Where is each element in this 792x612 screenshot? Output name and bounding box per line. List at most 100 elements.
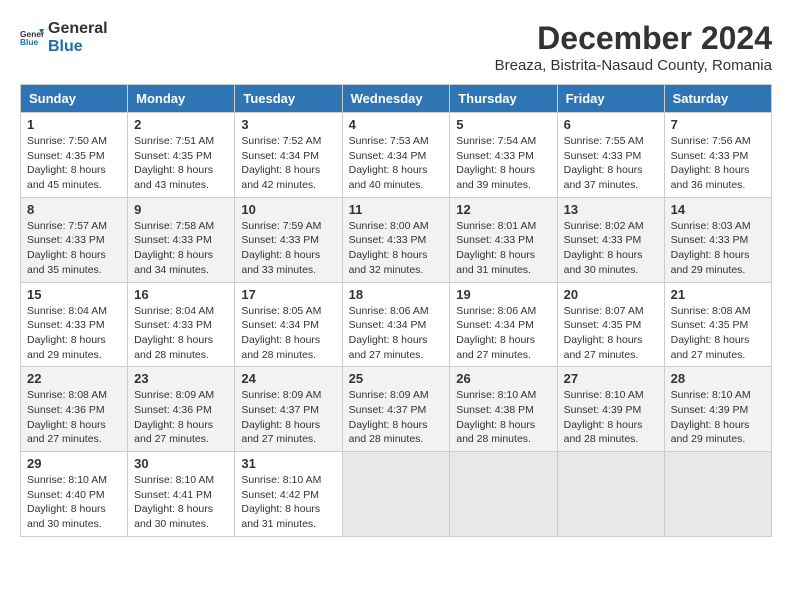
day-number: 4: [349, 117, 444, 132]
calendar-day-cell: 11 Sunrise: 8:00 AMSunset: 4:33 PMDayligh…: [342, 197, 450, 282]
day-info: Sunrise: 8:06 AMSunset: 4:34 PMDaylight:…: [349, 304, 444, 363]
day-info: Sunrise: 7:55 AMSunset: 4:33 PMDaylight:…: [564, 134, 658, 193]
day-number: 10: [241, 202, 335, 217]
day-info: Sunrise: 8:05 AMSunset: 4:34 PMDaylight:…: [241, 304, 335, 363]
calendar-day-cell: 5 Sunrise: 7:54 AMSunset: 4:33 PMDaylight…: [450, 113, 557, 198]
day-number: 16: [134, 287, 228, 302]
calendar-day-cell: 3 Sunrise: 7:52 AMSunset: 4:34 PMDaylight…: [235, 113, 342, 198]
location-subtitle: Breaza, Bistrita-Nasaud County, Romania: [495, 57, 772, 74]
calendar-week-row: 8 Sunrise: 7:57 AMSunset: 4:33 PMDaylight…: [21, 197, 772, 282]
calendar-day-cell: 29 Sunrise: 8:10 AMSunset: 4:40 PMDayligh…: [21, 452, 128, 537]
day-info: Sunrise: 8:10 AMSunset: 4:39 PMDaylight:…: [564, 388, 658, 447]
day-info: Sunrise: 8:00 AMSunset: 4:33 PMDaylight:…: [349, 219, 444, 278]
calendar-header-thursday: Thursday: [450, 85, 557, 113]
day-info: Sunrise: 7:58 AMSunset: 4:33 PMDaylight:…: [134, 219, 228, 278]
calendar-day-cell: 17 Sunrise: 8:05 AMSunset: 4:34 PMDayligh…: [235, 282, 342, 367]
calendar-day-cell: 20 Sunrise: 8:07 AMSunset: 4:35 PMDayligh…: [557, 282, 664, 367]
day-number: 8: [27, 202, 121, 217]
day-info: Sunrise: 7:56 AMSunset: 4:33 PMDaylight:…: [671, 134, 765, 193]
day-number: 19: [456, 287, 550, 302]
day-number: 17: [241, 287, 335, 302]
day-info: Sunrise: 7:57 AMSunset: 4:33 PMDaylight:…: [27, 219, 121, 278]
day-info: Sunrise: 8:08 AMSunset: 4:36 PMDaylight:…: [27, 388, 121, 447]
day-number: 31: [241, 456, 335, 471]
day-number: 24: [241, 371, 335, 386]
calendar-table: SundayMondayTuesdayWednesdayThursdayFrid…: [20, 84, 772, 537]
calendar-header-saturday: Saturday: [664, 85, 771, 113]
day-number: 3: [241, 117, 335, 132]
logo-icon: General Blue: [20, 26, 44, 50]
day-number: 11: [349, 202, 444, 217]
calendar-day-cell: 18 Sunrise: 8:06 AMSunset: 4:34 PMDayligh…: [342, 282, 450, 367]
calendar-day-cell: 23 Sunrise: 8:09 AMSunset: 4:36 PMDayligh…: [128, 367, 235, 452]
day-number: 20: [564, 287, 658, 302]
calendar-day-cell: 10 Sunrise: 7:59 AMSunset: 4:33 PMDayligh…: [235, 197, 342, 282]
calendar-day-cell: 28 Sunrise: 8:10 AMSunset: 4:39 PMDayligh…: [664, 367, 771, 452]
day-number: 13: [564, 202, 658, 217]
calendar-day-cell: [450, 452, 557, 537]
day-number: 22: [27, 371, 121, 386]
day-number: 2: [134, 117, 228, 132]
calendar-day-cell: 8 Sunrise: 7:57 AMSunset: 4:33 PMDaylight…: [21, 197, 128, 282]
day-info: Sunrise: 7:59 AMSunset: 4:33 PMDaylight:…: [241, 219, 335, 278]
day-number: 29: [27, 456, 121, 471]
day-number: 18: [349, 287, 444, 302]
day-number: 30: [134, 456, 228, 471]
calendar-day-cell: 22 Sunrise: 8:08 AMSunset: 4:36 PMDayligh…: [21, 367, 128, 452]
day-info: Sunrise: 8:09 AMSunset: 4:37 PMDaylight:…: [349, 388, 444, 447]
day-number: 23: [134, 371, 228, 386]
calendar-week-row: 15 Sunrise: 8:04 AMSunset: 4:33 PMDayligh…: [21, 282, 772, 367]
calendar-day-cell: 13 Sunrise: 8:02 AMSunset: 4:33 PMDayligh…: [557, 197, 664, 282]
day-info: Sunrise: 8:10 AMSunset: 4:38 PMDaylight:…: [456, 388, 550, 447]
day-info: Sunrise: 8:10 AMSunset: 4:41 PMDaylight:…: [134, 473, 228, 532]
logo: General Blue General Blue: [20, 20, 108, 55]
logo-blue-text: Blue: [48, 38, 108, 56]
calendar-day-cell: 2 Sunrise: 7:51 AMSunset: 4:35 PMDaylight…: [128, 113, 235, 198]
calendar-header-sunday: Sunday: [21, 85, 128, 113]
calendar-day-cell: 9 Sunrise: 7:58 AMSunset: 4:33 PMDaylight…: [128, 197, 235, 282]
day-info: Sunrise: 8:09 AMSunset: 4:36 PMDaylight:…: [134, 388, 228, 447]
day-info: Sunrise: 8:10 AMSunset: 4:42 PMDaylight:…: [241, 473, 335, 532]
day-info: Sunrise: 8:09 AMSunset: 4:37 PMDaylight:…: [241, 388, 335, 447]
day-info: Sunrise: 7:54 AMSunset: 4:33 PMDaylight:…: [456, 134, 550, 193]
month-year-title: December 2024: [495, 20, 772, 57]
day-info: Sunrise: 8:07 AMSunset: 4:35 PMDaylight:…: [564, 304, 658, 363]
calendar-day-cell: [342, 452, 450, 537]
day-info: Sunrise: 7:50 AMSunset: 4:35 PMDaylight:…: [27, 134, 121, 193]
calendar-day-cell: 24 Sunrise: 8:09 AMSunset: 4:37 PMDayligh…: [235, 367, 342, 452]
calendar-day-cell: 4Sunrise: 7:53 AMSunset: 4:34 PMDaylight…: [342, 113, 450, 198]
day-info: Sunrise: 7:52 AMSunset: 4:34 PMDaylight:…: [241, 134, 335, 193]
page-header: General Blue General Blue December 2024 …: [20, 20, 772, 74]
calendar-week-row: 22 Sunrise: 8:08 AMSunset: 4:36 PMDayligh…: [21, 367, 772, 452]
calendar-day-cell: 1Sunrise: 7:50 AMSunset: 4:35 PMDaylight…: [21, 113, 128, 198]
day-number: 25: [349, 371, 444, 386]
day-info: Sunrise: 8:10 AMSunset: 4:40 PMDaylight:…: [27, 473, 121, 532]
calendar-day-cell: [664, 452, 771, 537]
calendar-day-cell: 14Sunrise: 8:03 AMSunset: 4:33 PMDayligh…: [664, 197, 771, 282]
day-info: Sunrise: 8:10 AMSunset: 4:39 PMDaylight:…: [671, 388, 765, 447]
calendar-day-cell: 25 Sunrise: 8:09 AMSunset: 4:37 PMDayligh…: [342, 367, 450, 452]
day-info: Sunrise: 8:04 AMSunset: 4:33 PMDaylight:…: [134, 304, 228, 363]
day-info: Sunrise: 8:02 AMSunset: 4:33 PMDaylight:…: [564, 219, 658, 278]
day-number: 21: [671, 287, 765, 302]
day-number: 5: [456, 117, 550, 132]
day-info: Sunrise: 8:03 AMSunset: 4:33 PMDaylight:…: [671, 219, 765, 278]
day-info: Sunrise: 7:51 AMSunset: 4:35 PMDaylight:…: [134, 134, 228, 193]
calendar-day-cell: 19Sunrise: 8:06 AMSunset: 4:34 PMDayligh…: [450, 282, 557, 367]
calendar-day-cell: 12Sunrise: 8:01 AMSunset: 4:33 PMDayligh…: [450, 197, 557, 282]
day-number: 15: [27, 287, 121, 302]
day-info: Sunrise: 8:08 AMSunset: 4:35 PMDaylight:…: [671, 304, 765, 363]
calendar-week-row: 29 Sunrise: 8:10 AMSunset: 4:40 PMDayligh…: [21, 452, 772, 537]
day-number: 26: [456, 371, 550, 386]
day-number: 12: [456, 202, 550, 217]
day-number: 27: [564, 371, 658, 386]
day-number: 28: [671, 371, 765, 386]
calendar-week-row: 1Sunrise: 7:50 AMSunset: 4:35 PMDaylight…: [21, 113, 772, 198]
calendar-day-cell: 7Sunrise: 7:56 AMSunset: 4:33 PMDaylight…: [664, 113, 771, 198]
calendar-day-cell: 27 Sunrise: 8:10 AMSunset: 4:39 PMDayligh…: [557, 367, 664, 452]
calendar-header-row: SundayMondayTuesdayWednesdayThursdayFrid…: [21, 85, 772, 113]
logo-general-text: General: [48, 20, 108, 38]
day-number: 9: [134, 202, 228, 217]
calendar-day-cell: 26 Sunrise: 8:10 AMSunset: 4:38 PMDayligh…: [450, 367, 557, 452]
calendar-day-cell: 16 Sunrise: 8:04 AMSunset: 4:33 PMDayligh…: [128, 282, 235, 367]
